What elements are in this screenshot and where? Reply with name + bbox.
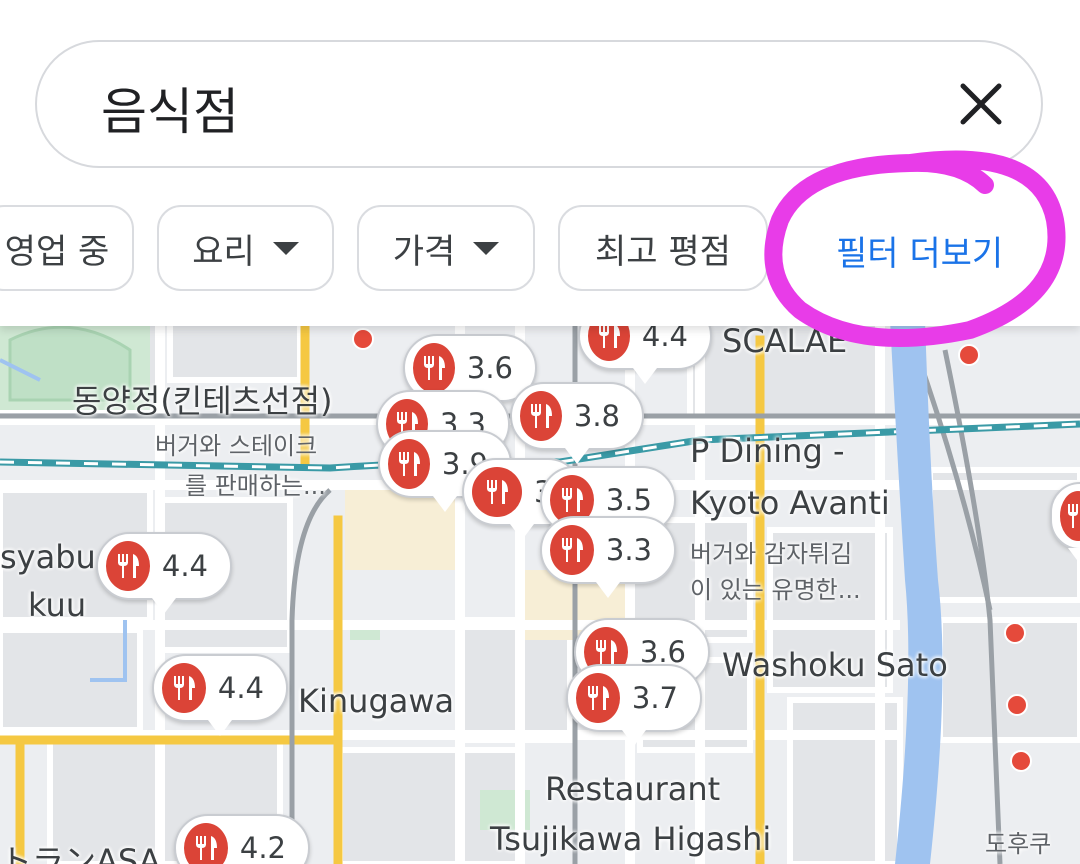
place-desc-doyangjeong: 버거와 스테이크 <box>155 432 318 460</box>
place-name-restaurant[interactable]: Restaurant <box>545 770 720 808</box>
fork-knife-icon <box>550 525 594 575</box>
chip-top-rated[interactable]: 최고 평점 <box>558 205 768 291</box>
place-name-p-dining-2[interactable]: Kyoto Avanti <box>690 484 890 522</box>
fork-knife-icon <box>413 343 455 393</box>
chip-price[interactable]: 가격 <box>357 205 535 291</box>
poi-dot[interactable] <box>1004 622 1026 644</box>
restaurant-pin[interactable]: 4.4 <box>578 320 712 384</box>
search-panel: 음식점 영업 중 요리 가격 최고 평점 필터 더보기 <box>0 0 1080 348</box>
place-name-syabu[interactable]: syabu <box>0 538 96 576</box>
place-name-tofuku[interactable]: 도후쿠 <box>985 824 1051 859</box>
place-name-asa[interactable]: トランASA <box>0 836 161 864</box>
chip-label: 최고 평점 <box>595 231 731 272</box>
pin-rating: 3.8 <box>573 399 620 433</box>
fork-knife-icon <box>520 391 562 441</box>
place-desc-p-dining: 버거와 감자튀김 <box>690 540 853 568</box>
fork-knife-icon <box>162 663 206 713</box>
pin-rating: 3.7 <box>631 681 678 715</box>
close-icon[interactable] <box>957 80 1005 128</box>
caret-down-icon <box>473 241 500 255</box>
restaurant-pin[interactable]: 3.3 <box>540 516 676 598</box>
pin-rating: 4.4 <box>161 549 208 583</box>
search-input[interactable]: 음식점 <box>101 72 239 144</box>
place-name-tsujikawa[interactable]: Tsujikawa Higashi <box>490 820 771 858</box>
restaurant-pin[interactable]: 4.2 <box>174 814 310 864</box>
annotation-circle <box>764 150 1066 348</box>
place-name-syabu-2[interactable]: kuu <box>28 586 86 624</box>
fork-knife-icon <box>472 467 522 517</box>
pin-rating: 3.6 <box>466 351 513 385</box>
restaurant-pin[interactable]: 3.8 <box>510 382 644 464</box>
pin-rating: 3.5 <box>605 483 652 517</box>
fork-knife-icon <box>184 823 228 864</box>
place-name-p-dining[interactable]: P Dining - <box>690 432 844 470</box>
poi-dot[interactable] <box>352 328 374 350</box>
poi-dot[interactable] <box>1010 750 1032 772</box>
fork-knife-icon <box>388 439 430 489</box>
pin-rating: 4.4 <box>217 671 264 705</box>
pin-rating: 4.2 <box>239 831 286 864</box>
restaurant-pin[interactable]: 3.7 <box>566 664 702 746</box>
place-name-doyangjeong[interactable]: 동양정(킨테츠선점) <box>72 376 333 422</box>
map-view[interactable]: 동양정(킨테츠선점) 버거와 스테이크 를 판매하는... P Dining -… <box>0 320 1080 864</box>
place-name-washoku-sato[interactable]: Washoku Sato <box>722 646 948 684</box>
chip-cuisine[interactable]: 요리 <box>157 205 334 291</box>
poi-dot[interactable] <box>1006 694 1028 716</box>
chip-label: 영업 중 <box>4 231 110 272</box>
pin-rating: 3.3 <box>605 533 652 567</box>
chip-label: 가격 <box>392 231 456 272</box>
chip-open-now[interactable]: 영업 중 <box>0 205 134 291</box>
fork-knife-icon <box>588 320 630 361</box>
place-name-kinugawa[interactable]: Kinugawa <box>298 682 454 720</box>
chip-label: 요리 <box>192 231 255 272</box>
restaurant-pin[interactable]: 4.4 <box>152 654 288 736</box>
restaurant-pin[interactable]: 4.4 <box>96 532 232 614</box>
caret-down-icon <box>272 241 299 255</box>
place-desc-p-dining-2: 이 있는 유명한... <box>690 576 861 604</box>
fork-knife-icon <box>106 541 150 591</box>
fork-knife-icon <box>1060 491 1080 541</box>
fork-knife-icon <box>576 673 620 723</box>
place-desc-doyangjeong-2: 를 판매하는... <box>185 472 326 500</box>
